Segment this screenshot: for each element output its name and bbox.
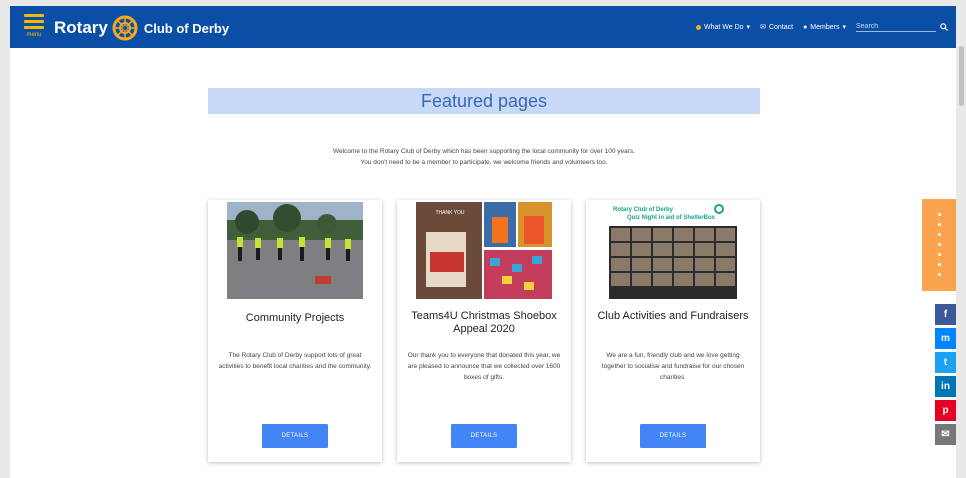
- card-description: Our thank you to everyone that donated t…: [407, 352, 561, 381]
- email-share-button[interactable]: ✉: [935, 424, 956, 445]
- page: menu Rotary Club of Derby What We Do ▾ ✉…: [10, 6, 956, 478]
- nav-what-we-do[interactable]: What We Do ▾: [695, 23, 751, 31]
- nav-members-label: Members: [810, 23, 840, 31]
- messenger-share-button[interactable]: m: [935, 328, 956, 349]
- nav-what-we-do-label: What We Do: [703, 23, 744, 31]
- caret-down-icon: ▾: [746, 24, 751, 31]
- scrollbar-thumb[interactable]: [959, 46, 964, 106]
- info-icon: [695, 24, 701, 30]
- facebook-icon: f: [943, 309, 948, 320]
- envelope-icon: ✉: [760, 24, 766, 31]
- email-icon: ✉: [941, 429, 950, 440]
- twitter-icon: t: [943, 357, 948, 368]
- brand-club-text: Club of Derby: [143, 20, 230, 36]
- brand-rotary-text: Rotary: [54, 18, 108, 37]
- side-widget-tab[interactable]: [922, 199, 956, 291]
- featured-heading-bar: Featured pages: [208, 88, 760, 114]
- community-projects-photo[interactable]: [227, 202, 363, 299]
- shoebox-appeal-photo[interactable]: THANK YOU: [416, 202, 552, 299]
- pinterest-share-button[interactable]: p: [935, 400, 956, 421]
- facebook-share-button[interactable]: f: [935, 304, 956, 325]
- twitter-share-button[interactable]: t: [935, 352, 956, 373]
- pinterest-icon: p: [942, 405, 949, 416]
- nav-contact[interactable]: ✉ Contact: [760, 23, 794, 32]
- linkedin-icon: in: [941, 381, 950, 392]
- dot-icon: [938, 213, 941, 216]
- details-button[interactable]: DETAILS: [640, 424, 706, 448]
- details-button[interactable]: DETAILS: [451, 424, 517, 448]
- messenger-icon: m: [941, 333, 950, 344]
- card-teams4u-shoebox: THANK YOU Teams4U Christmas Shoebox Appe…: [397, 200, 571, 462]
- menu-icon-bar: [24, 26, 44, 29]
- menu-icon-bar: [24, 20, 44, 23]
- card-community-projects: Community Projects The Rotary Club of De…: [208, 200, 382, 462]
- rotary-wheel-icon: [112, 15, 138, 41]
- card-title: Community Projects: [245, 312, 345, 324]
- card-title: Club Activities and Fundraisers: [597, 310, 749, 322]
- site-logo[interactable]: Rotary Club of Derby: [54, 15, 229, 41]
- card-club-activities: Rotary Club of Derby Quiz Night in aid o…: [586, 200, 760, 462]
- search-input[interactable]: [856, 22, 936, 32]
- quiz-night-photo[interactable]: Rotary Club of Derby Quiz Night in aid o…: [605, 202, 741, 299]
- welcome-text: Welcome to the Rotary Club of Derby whic…: [208, 146, 760, 168]
- nav-members[interactable]: ● Members ▾: [803, 23, 846, 32]
- menu-icon: [24, 14, 44, 17]
- dot-icon: [938, 253, 941, 256]
- dot-icon: [938, 223, 941, 226]
- card-title: Teams4U Christmas Shoebox Appeal 2020: [411, 310, 557, 335]
- nav-contact-label: Contact: [768, 23, 794, 31]
- quiz-image-line-1: Rotary Club of Derby: [613, 207, 674, 213]
- page-title: Featured pages: [420, 90, 548, 111]
- site-header: menu Rotary Club of Derby What We Do ▾ ✉…: [10, 6, 956, 48]
- dot-icon: [938, 263, 941, 266]
- welcome-line-1: Welcome to the Rotary Club of Derby whic…: [333, 148, 635, 155]
- search-icon[interactable]: [940, 23, 948, 31]
- users-icon: ●: [803, 23, 808, 31]
- welcome-line-2: You don't need to be a member to partici…: [360, 159, 608, 166]
- page-scrollbar[interactable]: [957, 6, 966, 478]
- details-button[interactable]: DETAILS: [262, 424, 328, 448]
- main-nav: What We Do ▾ ✉ Contact ● Members ▾: [695, 6, 948, 48]
- dot-icon: [938, 273, 941, 276]
- quiz-image-line-2: Quiz Night in aid of ShelterBox: [627, 215, 716, 221]
- menu-label: menu: [26, 32, 42, 38]
- search-box: [856, 22, 948, 32]
- share-bar: f m t in p ✉: [935, 304, 956, 448]
- card-description: We are a fun, friendly club and we love …: [601, 352, 745, 381]
- caret-down-icon: ▾: [842, 24, 846, 31]
- hamburger-menu-button[interactable]: menu: [24, 14, 44, 40]
- dot-icon: [938, 243, 941, 246]
- thank-you-text: THANK YOU: [435, 210, 464, 216]
- linkedin-share-button[interactable]: in: [935, 376, 956, 397]
- dot-icon: [938, 233, 941, 236]
- card-description: The Rotary Club of Derby support lots of…: [218, 352, 372, 370]
